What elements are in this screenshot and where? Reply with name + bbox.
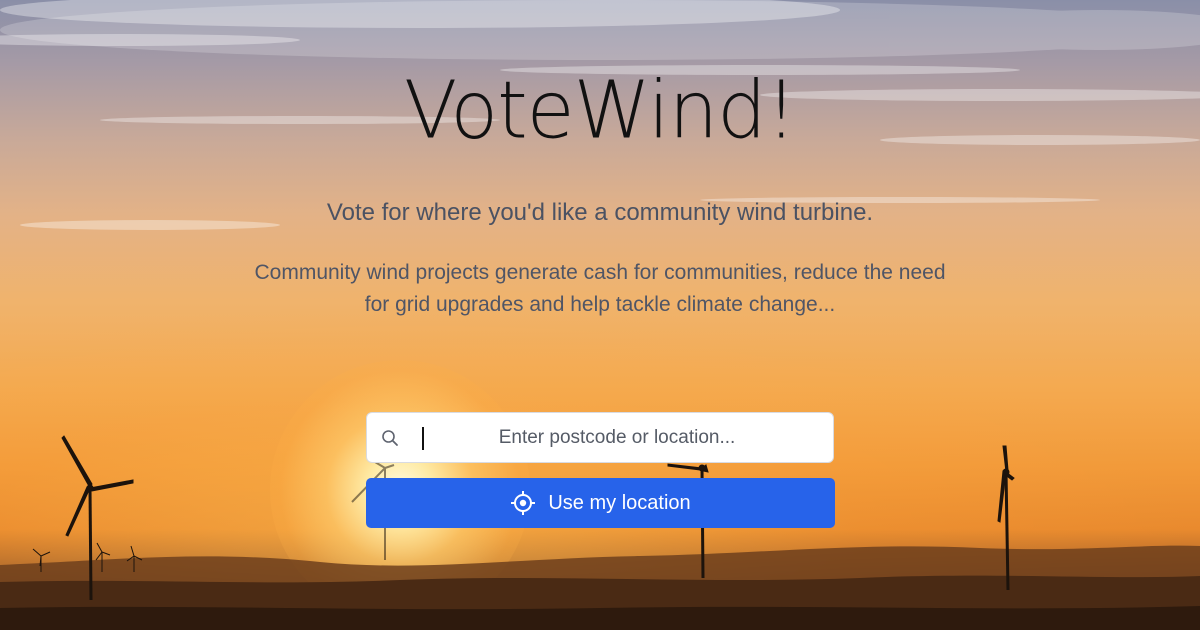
hero-section: VoteWind! Vote for where you'd like a co… [0, 0, 1200, 630]
text-caret [422, 427, 424, 450]
turbine-small-3 [126, 545, 143, 572]
turbine-small-2 [95, 542, 111, 572]
search-icon [382, 430, 398, 446]
turbine-left [61, 435, 134, 601]
use-my-location-label: Use my location [548, 491, 691, 514]
page-subtitle: Vote for where you'd like a community wi… [326, 199, 874, 226]
turbine-right [997, 445, 1015, 591]
location-search-input[interactable] [427, 413, 807, 462]
turbine-small-1 [32, 548, 51, 572]
intro-blurb: Community wind projects generate cash fo… [254, 261, 946, 316]
crosshair-target-icon [511, 491, 536, 515]
page-title: VoteWind! [404, 65, 797, 157]
location-search-box [366, 412, 834, 463]
use-my-location-button[interactable]: Use my location [366, 478, 835, 528]
